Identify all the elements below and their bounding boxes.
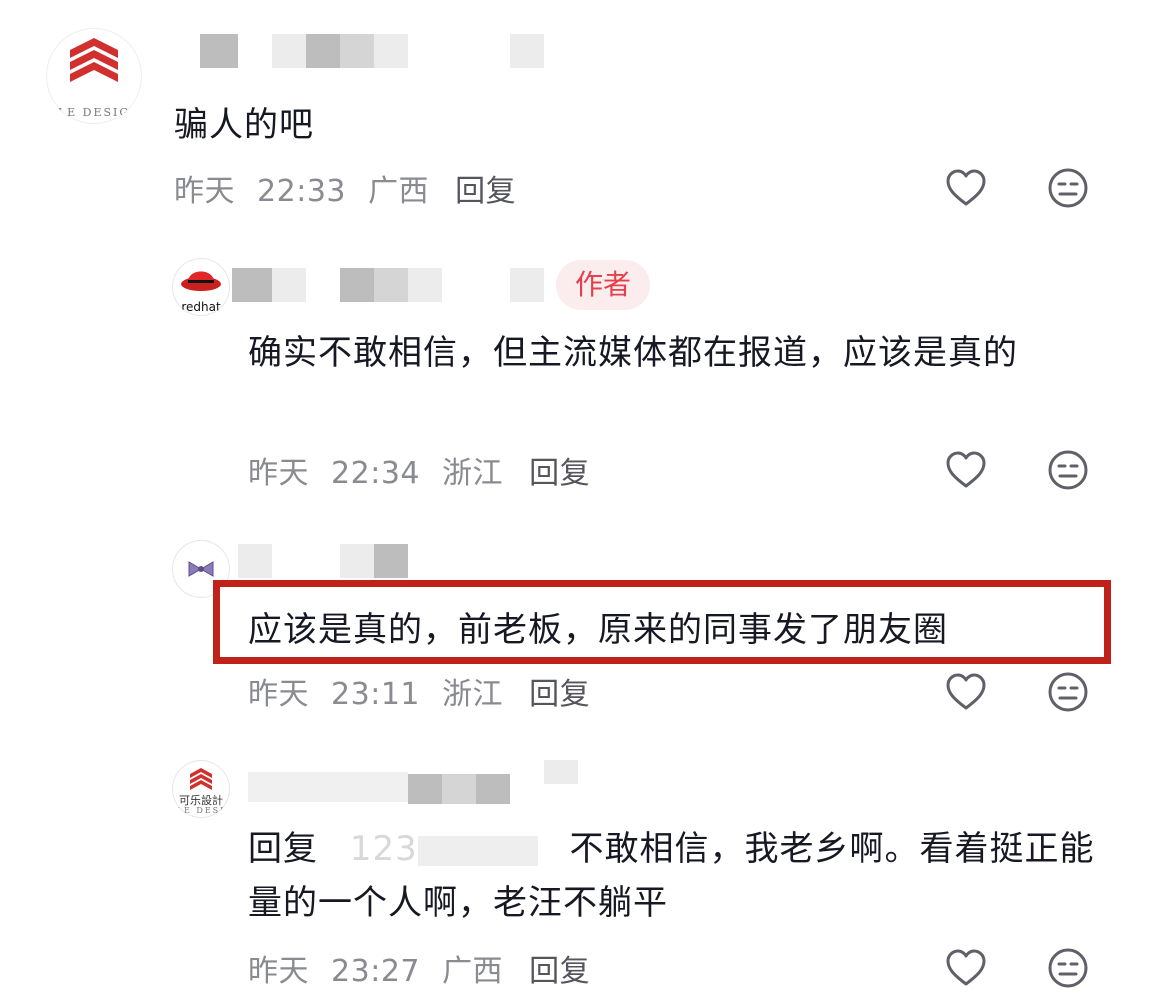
comment-time: 22:33 bbox=[257, 174, 347, 209]
neutral-face-icon[interactable] bbox=[1046, 166, 1090, 210]
avatar[interactable]: redhat bbox=[172, 258, 230, 316]
reply-button[interactable]: 回复 bbox=[529, 677, 590, 712]
comment-meta: 昨天 22:33 广西 回复 bbox=[174, 166, 516, 210]
comment-date: 昨天 bbox=[248, 677, 309, 712]
heart-outline-icon[interactable] bbox=[944, 166, 988, 210]
author-tag: 作者 bbox=[556, 260, 650, 310]
avatar-text: LE DESI bbox=[176, 806, 226, 815]
comment-text: 回复 123 不敢相信，我老乡啊。看着挺正能量的一个人啊，老汪不躺平 bbox=[248, 822, 1108, 930]
comment-location: 浙江 bbox=[442, 456, 504, 491]
avatar-text: redhat bbox=[181, 300, 221, 314]
comment-text: 确实不敢相信，但主流媒体都在报道，应该是真的 bbox=[248, 333, 1018, 373]
comment-location: 广西 bbox=[368, 174, 430, 209]
reply-button[interactable]: 回复 bbox=[529, 456, 590, 491]
comment-text: 骗人的吧 bbox=[174, 105, 314, 145]
neutral-face-icon[interactable] bbox=[1046, 946, 1090, 990]
comment-date: 昨天 bbox=[248, 954, 309, 989]
comment-time: 22:34 bbox=[331, 456, 421, 491]
reply-button[interactable]: 回复 bbox=[455, 174, 516, 209]
comment-text: 应该是真的，前老板，原来的同事发了朋友圈 bbox=[248, 610, 948, 650]
comment-meta: 昨天 23:27 广西 回复 bbox=[248, 946, 590, 990]
heart-outline-icon[interactable] bbox=[944, 670, 988, 714]
neutral-face-icon[interactable] bbox=[1046, 670, 1090, 714]
heart-outline-icon[interactable] bbox=[944, 448, 988, 492]
reply-prefix: 回复 bbox=[248, 829, 318, 869]
comment-meta: 昨天 23:11 浙江 回复 bbox=[248, 669, 590, 713]
reply-to-user[interactable]: 123 bbox=[350, 829, 418, 869]
reply-button[interactable]: 回复 bbox=[529, 954, 590, 989]
comment-meta: 昨天 22:34 浙江 回复 bbox=[248, 448, 590, 492]
avatar[interactable]: LE DESIG bbox=[46, 28, 142, 124]
neutral-face-icon[interactable] bbox=[1046, 448, 1090, 492]
comment-location: 浙江 bbox=[442, 677, 504, 712]
comment-date: 昨天 bbox=[248, 456, 309, 491]
avatar[interactable]: 可乐設計 LE DESI bbox=[172, 760, 230, 818]
comment-time: 23:27 bbox=[331, 954, 421, 989]
comment-location: 广西 bbox=[442, 954, 504, 989]
heart-outline-icon[interactable] bbox=[944, 946, 988, 990]
comment-date: 昨天 bbox=[174, 174, 235, 209]
reply-to-user-blur bbox=[417, 835, 538, 866]
avatar-text: LE DESIG bbox=[57, 106, 131, 119]
comment-time: 23:11 bbox=[331, 677, 421, 712]
